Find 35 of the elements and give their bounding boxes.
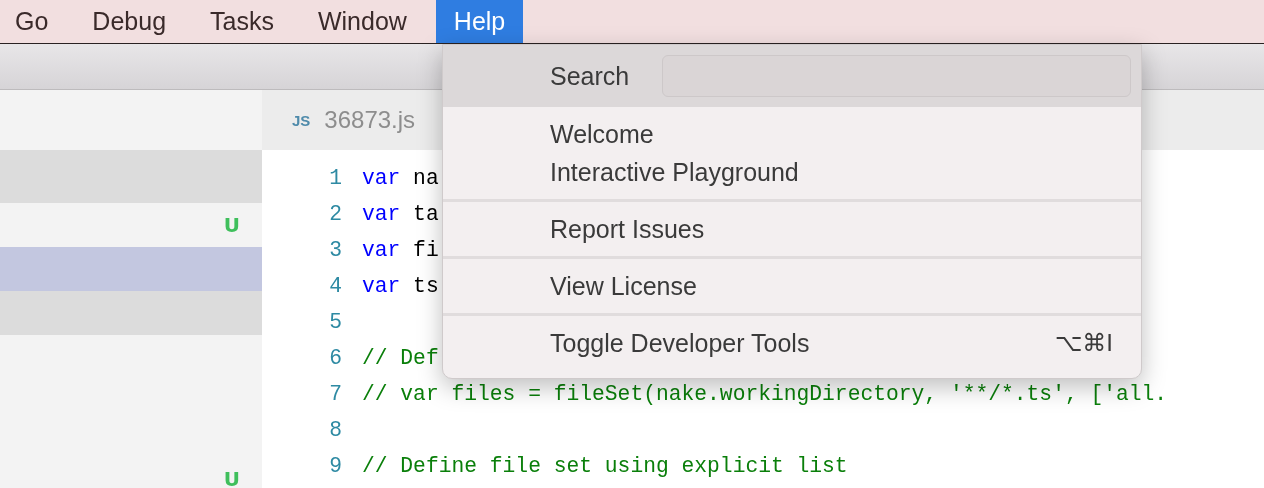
status-letter: U xyxy=(223,467,240,488)
file-row[interactable] xyxy=(0,247,262,291)
line-number: 7 xyxy=(328,381,343,408)
file-type-icon: JS xyxy=(292,111,311,129)
code-line: var ts xyxy=(362,273,439,300)
code-line: // Define file set using explicit list xyxy=(362,453,848,480)
menu-bar-item[interactable]: Help xyxy=(435,0,524,43)
status-letter: U xyxy=(223,213,240,237)
line-number: 8 xyxy=(328,417,343,444)
tab-title: 36873.js xyxy=(324,106,416,134)
code-line: // var files = fileSet(nake.workingDirectory, '**/*.ts', ['all. xyxy=(362,381,1168,408)
code-line: var ta xyxy=(362,201,439,228)
menu-bar-item[interactable]: Window xyxy=(302,0,422,43)
code-line: // Def xyxy=(362,345,439,372)
code-line: var fi xyxy=(362,237,439,264)
menu-bar-item[interactable]: Tasks xyxy=(195,0,289,43)
menu-item[interactable]: Report Issues xyxy=(443,210,1141,248)
menu-item[interactable]: Interactive Playground xyxy=(443,153,1141,191)
line-number: 9 xyxy=(328,453,343,480)
menu-item[interactable]: View License xyxy=(443,267,1141,305)
file-row[interactable] xyxy=(0,291,262,335)
shortcut: ⌥⌘I xyxy=(1054,329,1113,357)
line-number: 3 xyxy=(328,237,343,264)
file-row[interactable] xyxy=(0,150,262,203)
line-number: 6 xyxy=(328,345,343,372)
line-number: 1 xyxy=(328,165,343,192)
line-number: 4 xyxy=(328,273,343,300)
code-line: var na xyxy=(362,165,439,192)
menu-bar-item[interactable]: Debug xyxy=(77,0,182,43)
line-number: 5 xyxy=(328,309,343,336)
line-number: 2 xyxy=(328,201,343,228)
menu-item[interactable]: Welcome xyxy=(443,115,1141,153)
menu-bar-item[interactable]: Go xyxy=(0,0,64,43)
menu-label: Search xyxy=(550,61,631,91)
menu-item[interactable]: Toggle Developer Tools ⌥⌘I xyxy=(443,324,1141,362)
